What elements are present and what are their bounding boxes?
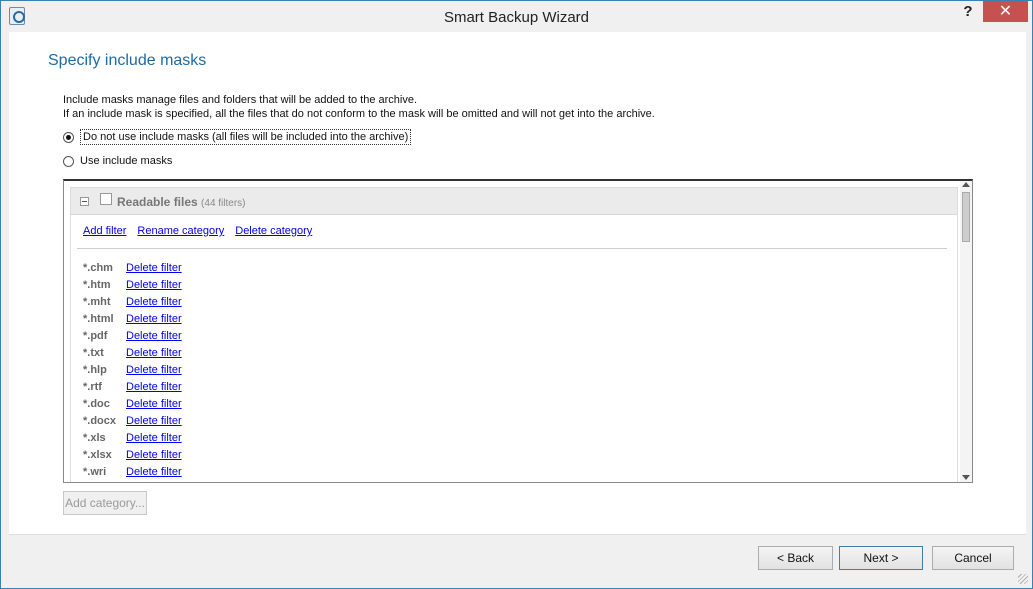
help-button[interactable]: ? xyxy=(955,1,981,22)
delete-filter-link[interactable]: Delete filter xyxy=(126,449,182,461)
filter-row: *.xlsx Delete filter xyxy=(83,446,182,463)
delete-filter-link[interactable]: Delete filter xyxy=(126,313,182,325)
collapse-icon[interactable] xyxy=(80,197,89,206)
delete-filter-link[interactable]: Delete filter xyxy=(126,432,182,444)
filter-row: *.mht Delete filter xyxy=(83,293,182,310)
scroll-up-icon[interactable] xyxy=(962,182,970,187)
delete-filter-link[interactable]: Delete filter xyxy=(126,296,182,308)
delete-filter-link[interactable]: Delete filter xyxy=(126,398,182,410)
category-count: (44 filters) xyxy=(201,198,246,209)
footer-divider xyxy=(9,534,1026,535)
delete-filter-link[interactable]: Delete filter xyxy=(126,364,182,376)
filter-mask: *.xls xyxy=(83,431,106,444)
resize-grip-icon[interactable] xyxy=(1018,574,1028,584)
filter-mask: *.html xyxy=(83,312,114,325)
description-line-1: Include masks manage files and folders t… xyxy=(63,94,418,106)
delete-category-link[interactable]: Delete category xyxy=(235,225,312,237)
filter-mask: *.mht xyxy=(83,295,111,308)
title-bar: Smart Backup Wizard ? ✕ xyxy=(1,1,1032,32)
filter-mask: *.pdf xyxy=(83,329,108,342)
delete-filter-link[interactable]: Delete filter xyxy=(126,381,182,393)
filter-mask: *.chm xyxy=(83,261,113,274)
option-no-masks[interactable]: Do not use include masks (all files will… xyxy=(63,129,412,145)
filter-row: *.xls Delete filter xyxy=(83,429,182,446)
delete-filter-link[interactable]: Delete filter xyxy=(126,262,182,274)
add-category-button[interactable]: Add category... xyxy=(63,491,147,515)
filter-row: *.chm Delete filter xyxy=(83,259,182,276)
window-title: Smart Backup Wizard xyxy=(443,9,590,26)
radio-no-masks[interactable] xyxy=(63,131,74,143)
filter-row: *.hlp Delete filter xyxy=(83,361,182,378)
category-panel: Readable files (44 filters) Add filter R… xyxy=(70,187,958,482)
filter-row: *.htm Delete filter xyxy=(83,276,182,293)
delete-filter-link[interactable]: Delete filter xyxy=(126,415,182,427)
filter-mask: *.hlp xyxy=(83,363,107,376)
scroll-thumb[interactable] xyxy=(962,192,970,242)
page-title: Specify include masks xyxy=(48,52,207,69)
option-no-masks-label[interactable]: Do not use include masks (all files will… xyxy=(80,129,412,145)
delete-filter-link[interactable]: Delete filter xyxy=(126,466,182,478)
filter-row: *.html Delete filter xyxy=(83,310,182,327)
filter-row: *.rtf Delete filter xyxy=(83,378,182,395)
scroll-down-icon[interactable] xyxy=(962,475,970,480)
radio-use-masks[interactable] xyxy=(63,155,74,167)
option-use-masks-label[interactable]: Use include masks xyxy=(80,155,172,167)
filter-mask: *.doc xyxy=(83,397,110,410)
delete-filter-link[interactable]: Delete filter xyxy=(126,279,182,291)
delete-filter-link[interactable]: Delete filter xyxy=(126,330,182,342)
filter-row: *.pdf Delete filter xyxy=(83,327,182,344)
filter-row: *.wri Delete filter xyxy=(83,463,182,480)
filter-mask: *.docx xyxy=(83,414,117,427)
back-button[interactable]: < Back xyxy=(758,546,833,570)
close-button[interactable]: ✕ xyxy=(983,1,1028,22)
filter-mask: *.wri xyxy=(83,465,107,478)
category-actions: Add filter Rename category Delete catego… xyxy=(83,225,312,237)
rename-category-link[interactable]: Rename category xyxy=(137,225,224,237)
list-scrollbar[interactable] xyxy=(960,181,972,482)
option-use-masks[interactable]: Use include masks xyxy=(63,155,172,167)
filter-row: *.docx Delete filter xyxy=(83,412,182,429)
delete-filter-link[interactable]: Delete filter xyxy=(126,347,182,359)
masks-list: Readable files (44 filters) Add filter R… xyxy=(63,179,973,483)
divider xyxy=(77,248,947,249)
category-checkbox[interactable] xyxy=(100,193,112,205)
category-name: Readable files xyxy=(117,195,198,209)
filter-list: *.chm Delete filter *.htm Delete filter *.… xyxy=(83,259,182,480)
add-filter-link[interactable]: Add filter xyxy=(83,225,126,237)
wizard-page: Specify include masks Include masks mana… xyxy=(9,32,1026,534)
filter-row: *.txt Delete filter xyxy=(83,344,182,361)
wizard-window: Smart Backup Wizard ? ✕ Specify include … xyxy=(0,0,1033,589)
filter-mask: *.rtf xyxy=(83,380,102,393)
filter-mask: *.xlsx xyxy=(83,448,112,461)
filter-row: *.doc Delete filter xyxy=(83,395,182,412)
filter-mask: *.htm xyxy=(83,278,111,291)
filter-mask: *.txt xyxy=(83,346,104,359)
category-header: Readable files (44 filters) xyxy=(71,188,957,215)
cancel-button[interactable]: Cancel xyxy=(932,546,1014,570)
description-line-2: If an include mask is specified, all the… xyxy=(63,108,655,120)
category-title: Readable files (44 filters) xyxy=(117,195,246,209)
next-button[interactable]: Next > xyxy=(839,546,923,570)
